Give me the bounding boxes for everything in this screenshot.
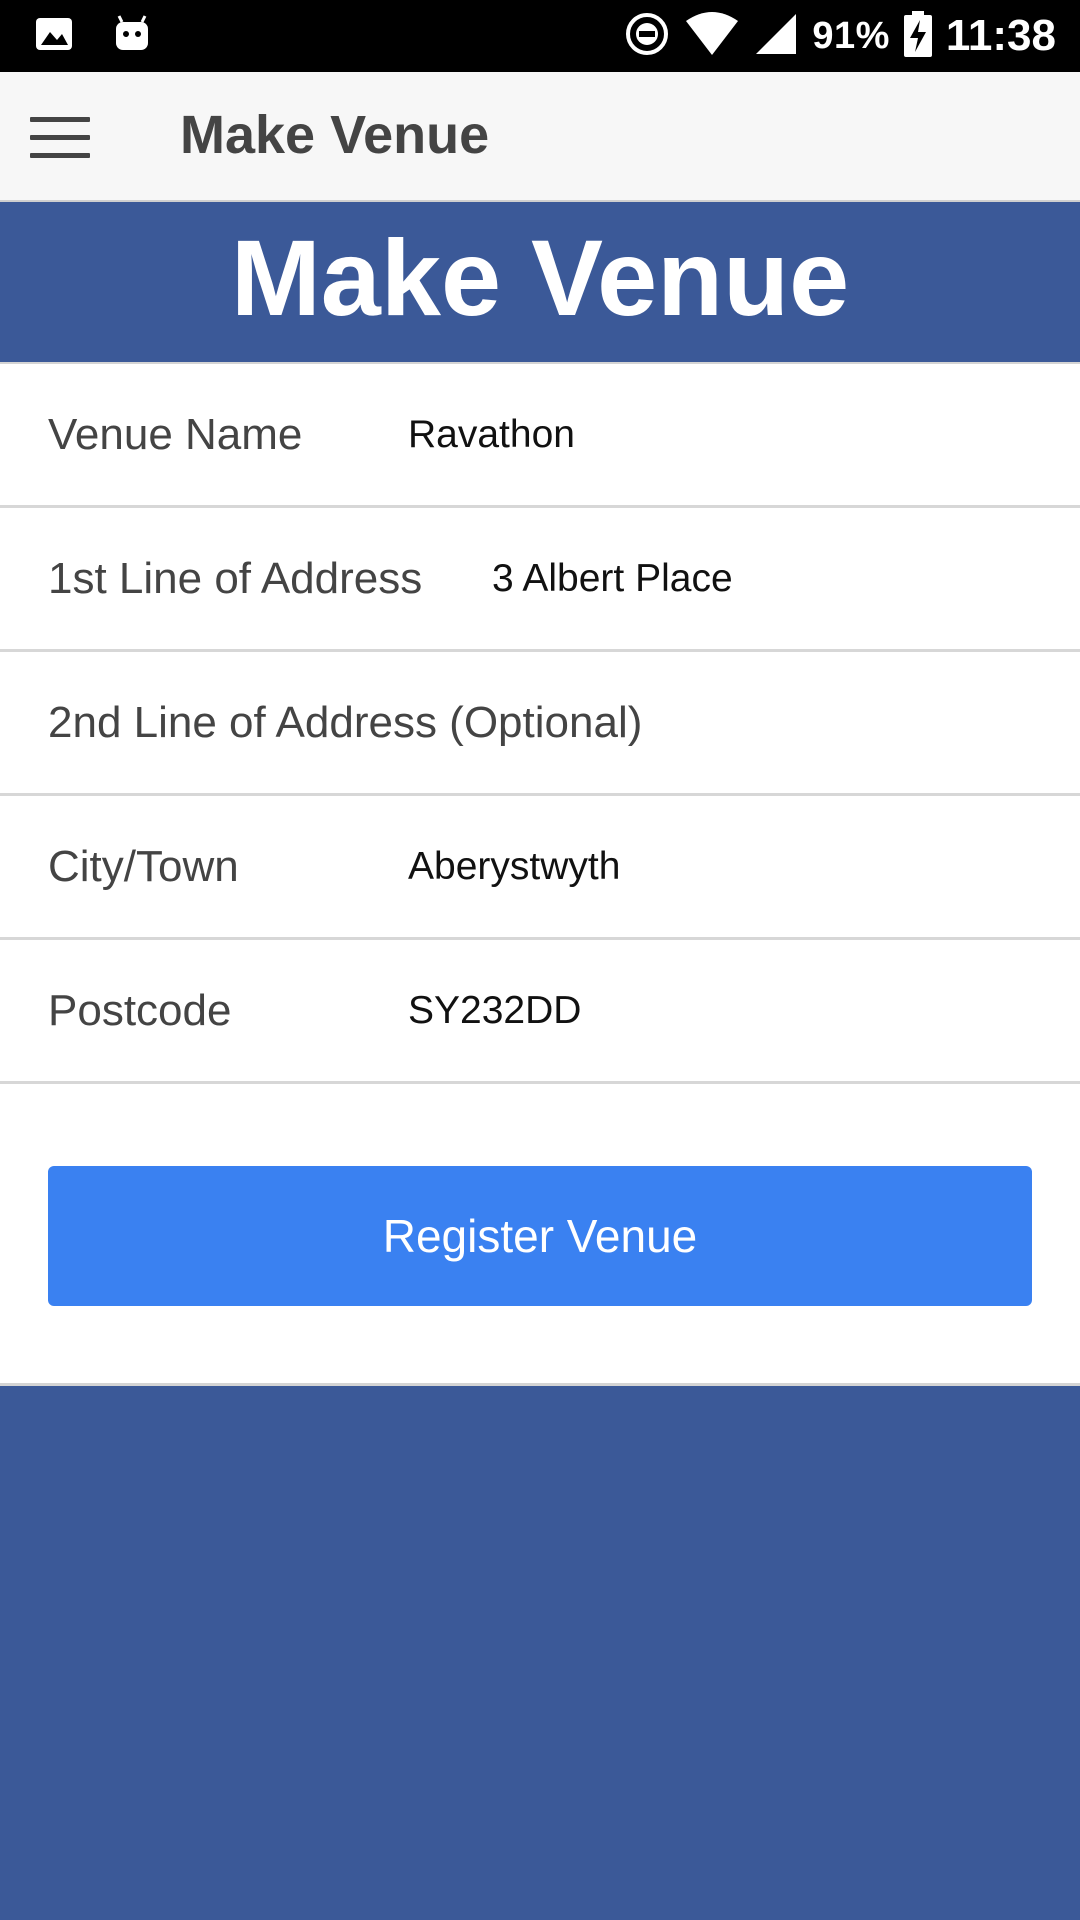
menu-icon[interactable] <box>30 117 90 159</box>
android-icon <box>112 14 152 59</box>
app-bar-title: Make Venue <box>180 105 490 165</box>
venue-name-row: Venue Name <box>0 364 1080 508</box>
postcode-label: Postcode <box>48 985 232 1035</box>
address-line2-row: 2nd Line of Address (Optional) <box>0 652 1080 796</box>
postcode-input[interactable] <box>408 988 968 1033</box>
signal-icon <box>754 12 798 61</box>
venue-form: Venue Name 1st Line of Address 2nd Line … <box>0 362 1080 1386</box>
city-label: City/Town <box>48 841 239 891</box>
postcode-row: Postcode <box>0 940 1080 1084</box>
battery-charging-icon <box>903 10 932 62</box>
page-banner: Make Venue <box>0 204 1080 362</box>
register-venue-button[interactable]: Register Venue <box>48 1166 1032 1306</box>
wifi-icon <box>684 11 740 62</box>
page-title: Make Venue <box>230 217 850 338</box>
address-line1-label: 1st Line of Address <box>48 553 423 603</box>
address-line1-input[interactable] <box>492 556 1052 601</box>
do-not-disturb-icon <box>624 11 670 62</box>
clock: 11:38 <box>945 11 1056 60</box>
city-input[interactable] <box>408 844 968 889</box>
address-line1-row: 1st Line of Address <box>0 508 1080 652</box>
address-line2-label: 2nd Line of Address (Optional) <box>48 697 643 747</box>
venue-name-label: Venue Name <box>48 409 303 459</box>
battery-percent: 91% <box>812 14 890 57</box>
status-bar: 91% 11:38 <box>0 0 1080 72</box>
image-icon <box>34 14 74 59</box>
app-bar: Make Venue <box>0 72 1080 202</box>
venue-name-input[interactable] <box>408 412 968 457</box>
address-line2-input[interactable] <box>720 700 1040 745</box>
city-row: City/Town <box>0 796 1080 940</box>
